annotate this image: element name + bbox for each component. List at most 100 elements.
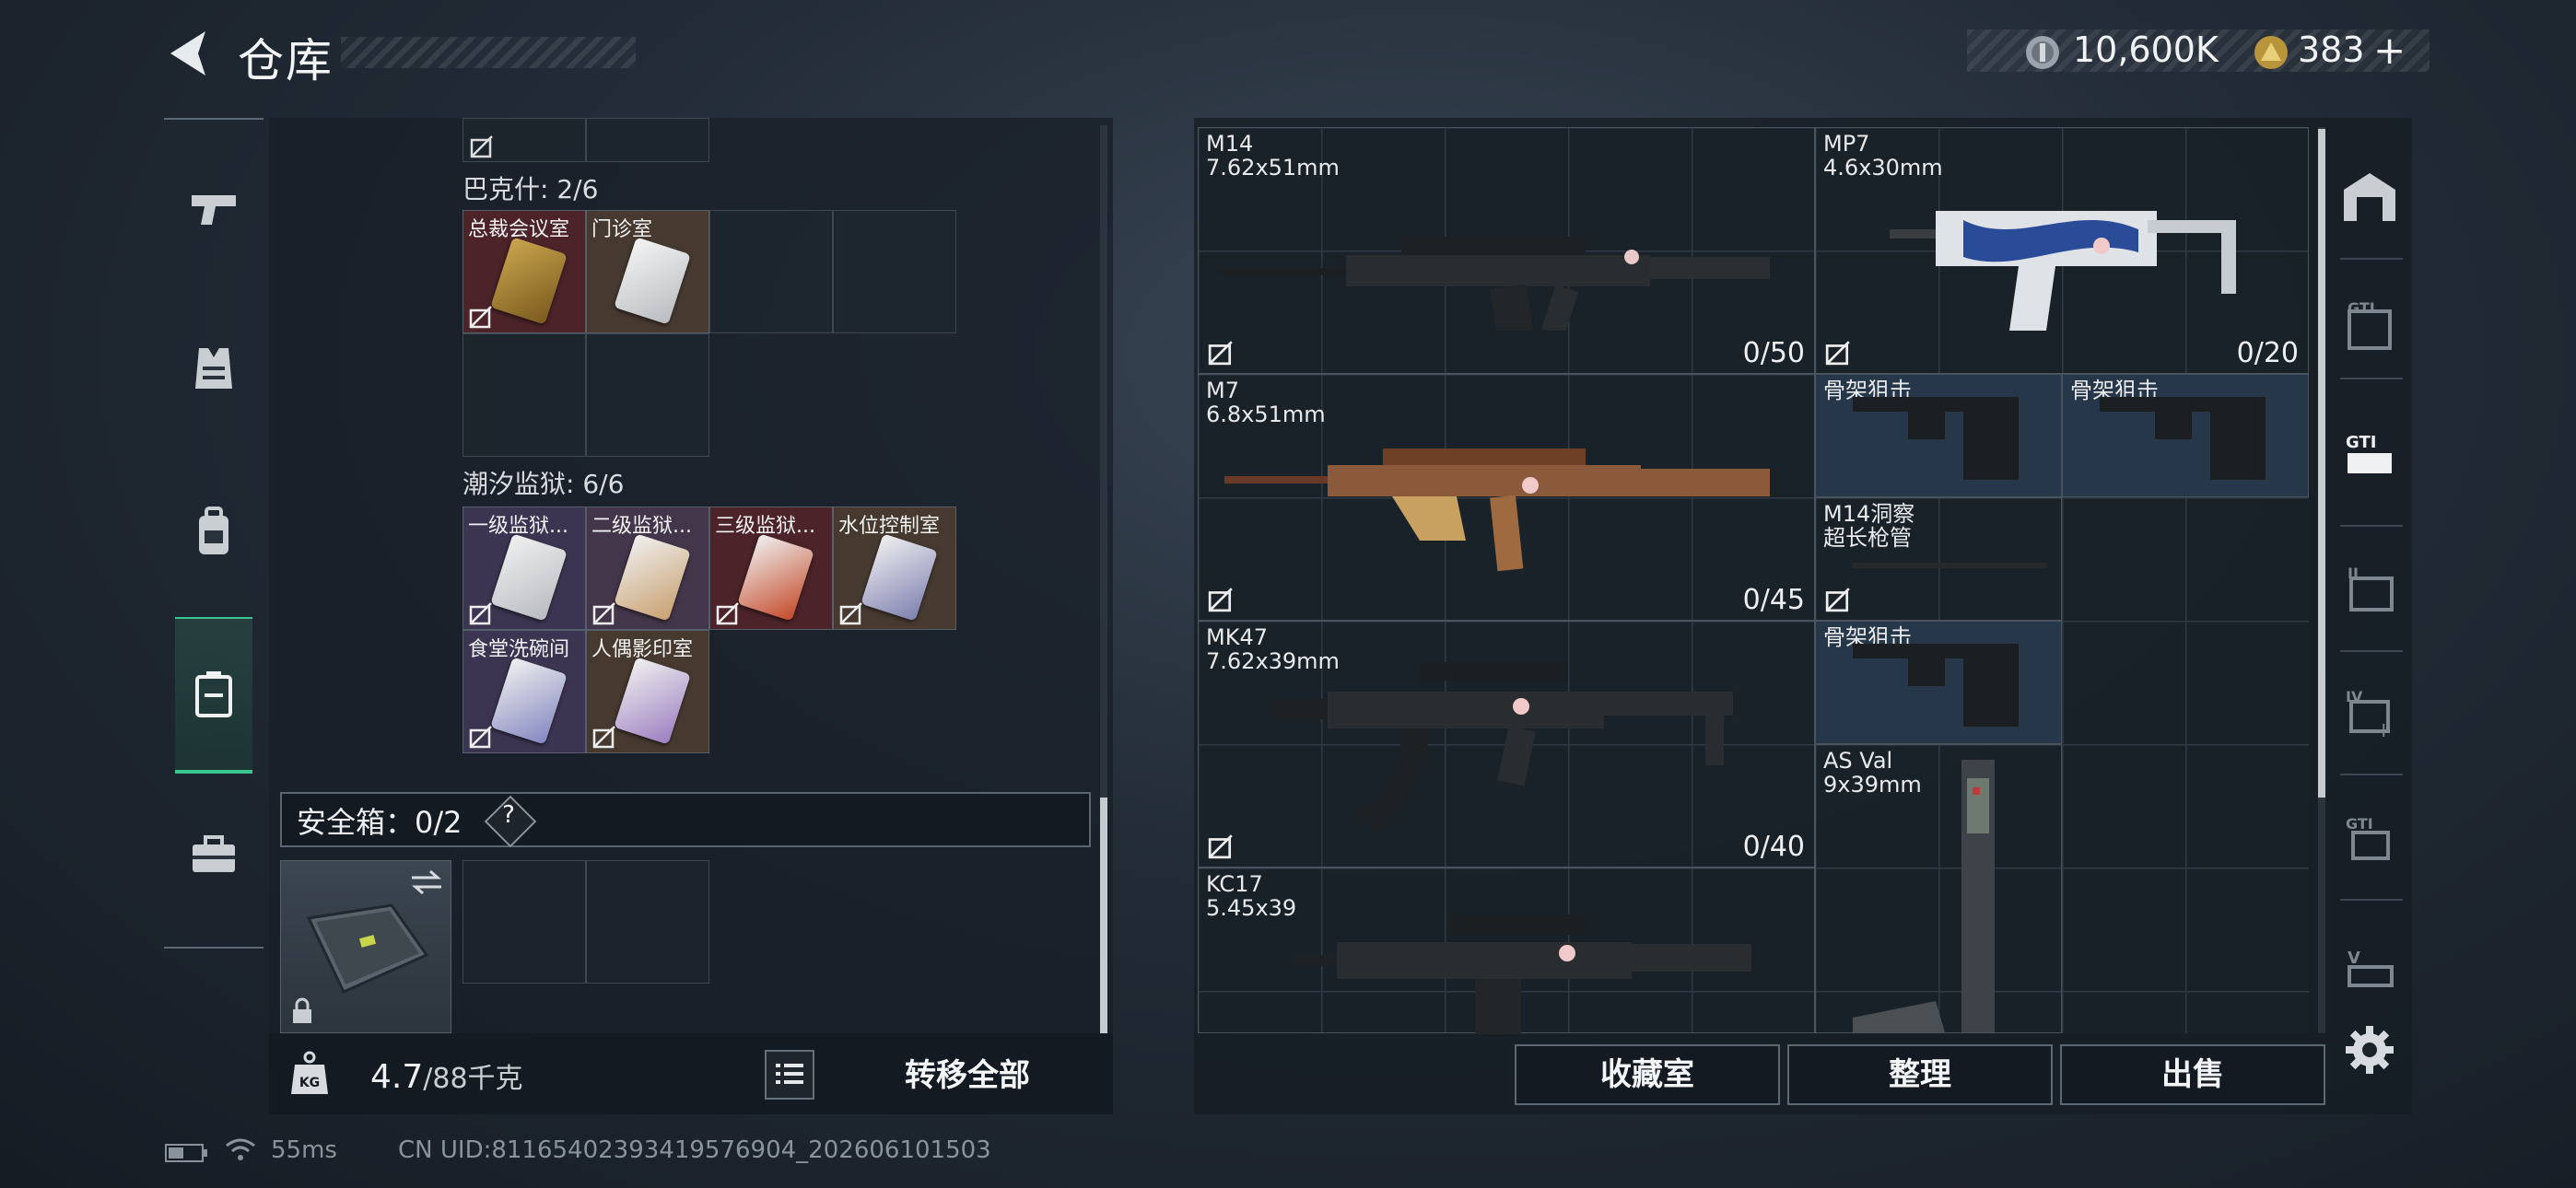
keycard-item[interactable]: 食堂洗碗间 bbox=[463, 630, 586, 753]
keycard-image bbox=[490, 237, 568, 325]
keycard-item[interactable]: 总裁会议室 bbox=[463, 210, 586, 333]
sort-button[interactable]: 整理 bbox=[1787, 1044, 2053, 1105]
back-arrow-icon[interactable] bbox=[161, 26, 217, 81]
weapon-slot-m14[interactable]: M14 7.62x51mm 0/50 bbox=[1198, 127, 1815, 374]
rifle-image bbox=[1217, 237, 1770, 331]
no-drop-icon bbox=[716, 602, 739, 625]
svg-text:IV: IV bbox=[2346, 688, 2363, 705]
rifle-image bbox=[1224, 448, 1770, 572]
no-drop-icon bbox=[1208, 588, 1233, 612]
keycard-item[interactable]: 人偶影印室 bbox=[586, 630, 709, 753]
weight-current: 4.7 bbox=[370, 1058, 424, 1096]
item-label: 一级监狱... bbox=[468, 515, 568, 538]
svg-text:GTI: GTI bbox=[2346, 815, 2373, 833]
keycard-image bbox=[614, 533, 691, 622]
nav-backpack[interactable] bbox=[175, 494, 252, 571]
keycard-item[interactable]: 水位控制室 bbox=[833, 507, 956, 630]
swap-icon[interactable] bbox=[408, 868, 445, 896]
category-tier-4[interactable]: IV + bbox=[2333, 676, 2406, 750]
keycard-image bbox=[490, 657, 568, 745]
ammo-count: 0/50 bbox=[1742, 337, 1805, 369]
group-title-tidal-prison: 潮汐监狱: 6/6 bbox=[463, 469, 625, 499]
category-tier-6[interactable]: V bbox=[2333, 930, 2406, 1004]
nav-container[interactable] bbox=[175, 617, 252, 774]
weapon-name: KC17 5.45x39 bbox=[1206, 871, 1297, 921]
nav-toolbox[interactable] bbox=[175, 816, 252, 893]
transfer-all-button[interactable]: 转移全部 bbox=[829, 1048, 1106, 1103]
collection-room-button[interactable]: 收藏室 bbox=[1515, 1044, 1780, 1105]
keycard-item[interactable]: 三级监狱... bbox=[709, 507, 833, 630]
svg-text:II: II bbox=[2348, 565, 2359, 582]
keycard-item[interactable]: 一级监狱... bbox=[463, 507, 586, 630]
no-drop-icon bbox=[1208, 341, 1233, 366]
no-drop-icon bbox=[1825, 588, 1850, 612]
rifle-image bbox=[1853, 760, 1995, 1032]
grid-cell bbox=[586, 333, 709, 457]
category-tier-3[interactable]: II bbox=[2333, 553, 2406, 626]
nav-weapons[interactable] bbox=[175, 171, 252, 249]
svg-text:GTI: GTI bbox=[2346, 433, 2376, 452]
tier-5-icon: GTI bbox=[2346, 815, 2390, 860]
weapon-slot-as-val[interactable]: AS Val 9x39mm bbox=[1815, 744, 2062, 1033]
grid-cell bbox=[463, 333, 586, 457]
item-label: 门诊室 bbox=[591, 218, 653, 241]
rifle-image bbox=[1272, 662, 1733, 833]
grid-cell bbox=[586, 118, 709, 162]
grid-cell bbox=[709, 210, 833, 333]
keycard-item[interactable]: 门诊室 bbox=[586, 210, 709, 333]
ammo-count: 0/20 bbox=[2236, 337, 2299, 369]
item-label: 水位控制室 bbox=[838, 515, 941, 538]
keycard-image bbox=[490, 533, 568, 622]
tier-2-icon: GTI bbox=[2346, 433, 2392, 473]
svg-text:GTI: GTI bbox=[2348, 299, 2375, 317]
keycard-item[interactable]: 二级监狱... bbox=[586, 507, 709, 630]
category-all[interactable] bbox=[2333, 160, 2406, 234]
weapon-slot-kc17[interactable]: KC17 5.45x39 bbox=[1198, 868, 1815, 1034]
keycard-image bbox=[614, 237, 691, 325]
nav-armor[interactable] bbox=[175, 330, 252, 407]
item-label: 二级监狱... bbox=[591, 515, 692, 538]
silver-currency-amount: 10,600K bbox=[2073, 29, 2219, 70]
gold-currency-amount: 383 bbox=[2298, 29, 2365, 70]
category-tier-5[interactable]: GTI bbox=[2333, 801, 2406, 875]
safe-box-slot[interactable] bbox=[463, 860, 586, 984]
tier-4-icon: IV + bbox=[2346, 688, 2392, 740]
category-tier-1[interactable]: GTI bbox=[2333, 289, 2406, 363]
no-drop-icon bbox=[592, 726, 615, 749]
tier-3-icon: II bbox=[2348, 565, 2394, 611]
safe-box-item[interactable] bbox=[280, 860, 451, 1033]
add-currency-button[interactable]: + bbox=[2373, 28, 2406, 73]
smg-image bbox=[1890, 211, 2236, 331]
category-tier-2[interactable]: GTI bbox=[2333, 418, 2406, 492]
inventory-scroll-thumb[interactable] bbox=[1100, 798, 1107, 1033]
user-uid: CN UID:81165402393419576904_202606101503 bbox=[398, 1136, 991, 1164]
list-view-button[interactable] bbox=[765, 1050, 814, 1100]
warehouse-scroll-thumb[interactable] bbox=[2318, 129, 2325, 798]
warehouse-icon bbox=[2344, 173, 2395, 221]
sell-button[interactable]: 出售 bbox=[2060, 1044, 2325, 1105]
attachment-slot-stock[interactable]: 骨架狙击 bbox=[1815, 621, 2062, 744]
page-title: 仓库 bbox=[238, 34, 334, 87]
title-stripe-decoration bbox=[341, 37, 636, 68]
no-drop-icon bbox=[469, 726, 492, 749]
safe-box-image bbox=[306, 903, 429, 994]
toolbox-icon bbox=[193, 835, 235, 872]
gear-icon[interactable] bbox=[2344, 1024, 2395, 1076]
safe-box-slot[interactable] bbox=[586, 860, 709, 984]
ping-readout: 55ms bbox=[271, 1136, 337, 1164]
help-icon[interactable]: ? bbox=[492, 801, 525, 834]
weapon-name: M14 7.62x51mm bbox=[1206, 131, 1340, 181]
keycard-image bbox=[614, 657, 691, 745]
no-drop-icon bbox=[592, 602, 615, 625]
no-drop-icon bbox=[469, 602, 492, 625]
no-drop-icon bbox=[839, 602, 862, 625]
grid-cell bbox=[833, 210, 956, 333]
weapon-slot-m7[interactable]: M7 6.8x51mm 0/45 bbox=[1198, 374, 1815, 621]
weapon-slot-mk47[interactable]: MK47 7.62x39mm 0/40 bbox=[1198, 621, 1815, 868]
attachment-slot-stock[interactable]: 骨架狙击 bbox=[2062, 374, 2309, 497]
lock-icon bbox=[293, 997, 311, 1023]
attachment-slot-stock[interactable]: 骨架狙击 bbox=[1815, 374, 2062, 497]
weapon-slot-mp7[interactable]: MP7 4.6x30mm 0/20 bbox=[1815, 127, 2309, 374]
attachment-slot-barrel[interactable]: M14洞察 超长枪管 bbox=[1815, 497, 2062, 621]
ammo-count: 0/40 bbox=[1742, 831, 1805, 863]
